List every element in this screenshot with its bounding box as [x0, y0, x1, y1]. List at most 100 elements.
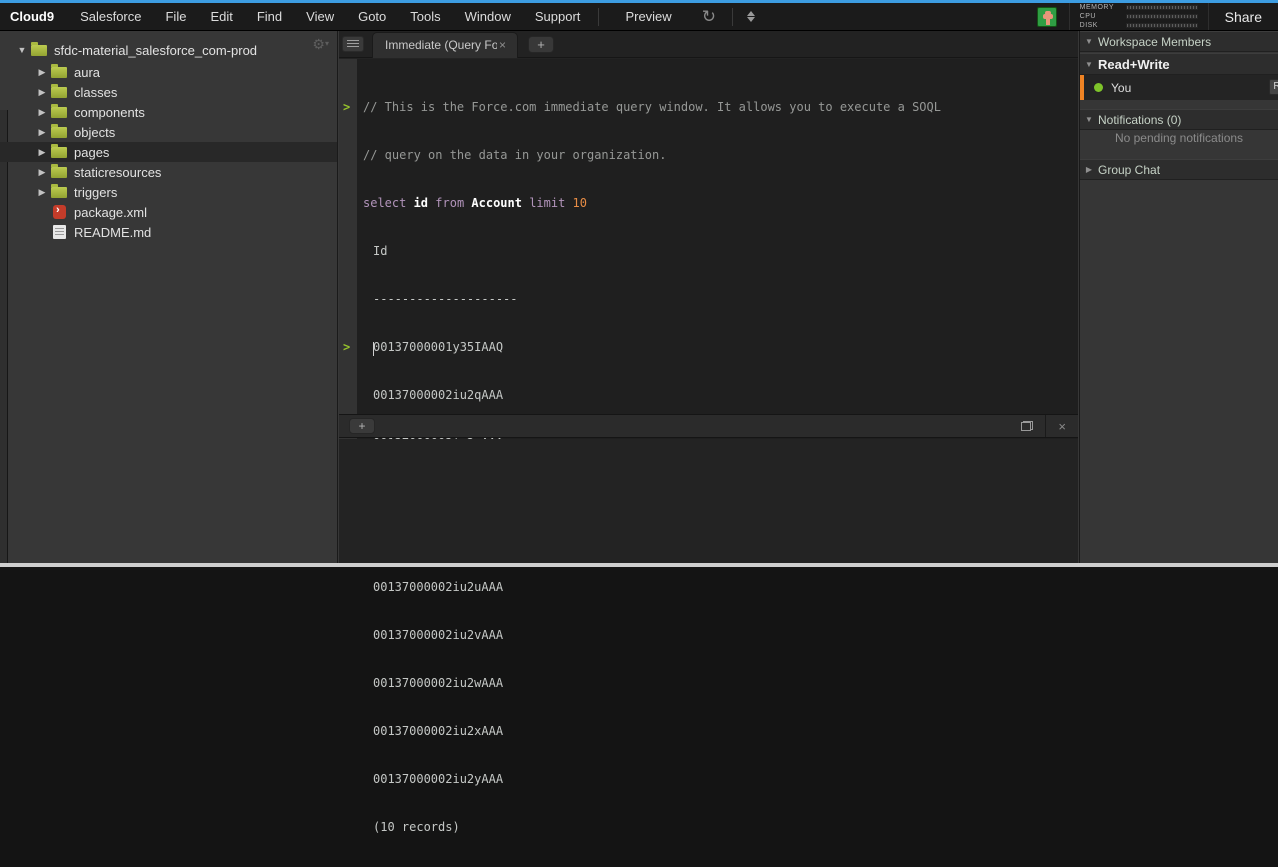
folder-icon: [51, 183, 67, 198]
tree-item-classes[interactable]: ▶ classes: [0, 82, 337, 102]
collapse-stepper-icon[interactable]: [739, 11, 763, 22]
tree-item-triggers[interactable]: ▶ triggers: [0, 182, 337, 202]
menu-view[interactable]: View: [294, 9, 346, 24]
tree-item-package-xml[interactable]: package.xml: [0, 202, 337, 222]
cloud9-logo[interactable]: Cloud9: [0, 9, 68, 24]
menubar: Cloud9 Salesforce File Edit Find View Go…: [0, 3, 1278, 31]
keyword-from: from: [435, 196, 465, 210]
chevron-down-icon: ▼: [1085, 37, 1093, 46]
tab-label: Immediate (Query Fo: [385, 38, 497, 52]
result-divider: --------------------: [373, 292, 518, 306]
chevron-right-icon[interactable]: ▶: [36, 87, 48, 98]
editor-tabbar: Immediate (Query Fo × +: [339, 31, 1078, 58]
result-header: Id: [373, 244, 388, 258]
chevron-right-icon[interactable]: ▶: [36, 107, 48, 118]
restore-panel-icon[interactable]: [1021, 421, 1034, 431]
member-row-you[interactable]: You R: [1080, 75, 1278, 100]
tree-item-readme-md[interactable]: README.md: [0, 222, 337, 242]
tree-item-components[interactable]: ▶ components: [0, 102, 337, 122]
menu-window[interactable]: Window: [453, 9, 523, 24]
tree-label: pages: [74, 144, 110, 160]
chevron-right-icon[interactable]: ▶: [36, 187, 48, 198]
salesforce-status-icon[interactable]: [1036, 6, 1057, 27]
tree-label: triggers: [74, 184, 118, 200]
disk-gauge-bar: [1125, 23, 1198, 28]
record-id: 00137000002iu2xAAA: [373, 724, 504, 738]
preview-button[interactable]: Preview: [605, 9, 691, 24]
share-button[interactable]: Share: [1207, 3, 1278, 30]
tree-label: README.md: [74, 224, 152, 240]
menu-edit[interactable]: Edit: [198, 9, 244, 24]
object-account: Account: [464, 196, 530, 210]
keyword-limit: limit: [529, 196, 566, 210]
console-new-tab-button[interactable]: +: [349, 418, 375, 434]
tab-close-icon[interactable]: ×: [499, 38, 506, 52]
editor-region: Immediate (Query Fo × + > > // This is t…: [339, 31, 1078, 834]
tree-label: staticresources: [74, 164, 162, 180]
chevron-down-icon[interactable]: ▼: [16, 45, 28, 55]
workspace-members-header[interactable]: ▼ Workspace Members: [1080, 31, 1278, 52]
tree-label: components: [74, 104, 145, 120]
field-id: id: [406, 196, 436, 210]
immediate-query-editor[interactable]: > > // This is the Force.com immediate q…: [339, 59, 1078, 834]
read-write-group-header[interactable]: ▼ Read+Write: [1080, 53, 1278, 75]
menu-tools[interactable]: Tools: [398, 9, 452, 24]
section-title: Read+Write: [1098, 56, 1170, 72]
chevron-down-icon: ▼: [1085, 115, 1093, 124]
chevron-right-icon[interactable]: ▶: [36, 167, 48, 178]
chevron-right-icon[interactable]: ▶: [36, 147, 48, 158]
record-id: 00137000002iu2wAAA: [373, 676, 504, 690]
tree-item-root[interactable]: ▼ sfdc-material_salesforce_com-prod: [0, 40, 337, 60]
new-tab-button[interactable]: +: [528, 35, 554, 53]
record-id: 00137000002iu2vAAA: [373, 628, 504, 642]
permission-badge: R: [1269, 79, 1278, 95]
folder-icon: [51, 103, 67, 118]
folder-icon: [51, 163, 67, 178]
tab-list-icon[interactable]: [342, 36, 364, 52]
chevron-right-icon[interactable]: ▶: [36, 127, 48, 138]
record-id: 00137000001y35IAAQ: [373, 340, 504, 354]
tree-label: objects: [74, 124, 116, 140]
record-count: (10 records): [373, 820, 460, 834]
cpu-label: CPU: [1079, 13, 1096, 20]
file-tree-panel: ⚙▾ ▼ sfdc-material_salesforce_com-prod ▶…: [0, 31, 338, 563]
console-close-icon[interactable]: ×: [1046, 419, 1078, 434]
menubar-divider: [731, 7, 733, 26]
chevron-right-icon[interactable]: ▶: [36, 67, 48, 78]
tree-label: classes: [74, 84, 118, 100]
no-notifications-text: No pending notifications: [1114, 131, 1244, 145]
cpu-gauge-bar: [1125, 14, 1198, 19]
prompt-chevron: >: [343, 100, 351, 114]
menu-file[interactable]: File: [153, 9, 198, 24]
folder-icon: [51, 83, 67, 98]
cloud9-ide-window: Cloud9 Salesforce File Edit Find View Go…: [0, 0, 1278, 834]
markdown-file-icon: [53, 225, 66, 239]
group-chat-header[interactable]: ▶ Group Chat: [1080, 159, 1278, 180]
tree-label: package.xml: [74, 204, 147, 220]
folder-icon: [51, 123, 67, 138]
console-panel[interactable]: [339, 439, 1078, 563]
section-title: Workspace Members: [1098, 34, 1212, 49]
tree-item-staticresources[interactable]: ▶ staticresources: [0, 162, 337, 182]
page-bottom-edge: [0, 563, 1278, 567]
section-title: Group Chat: [1098, 162, 1161, 177]
tab-immediate-query[interactable]: Immediate (Query Fo ×: [372, 31, 518, 58]
tree-label: aura: [74, 64, 101, 80]
limit-number: 10: [565, 196, 588, 210]
tree-item-objects[interactable]: ▶ objects: [0, 122, 337, 142]
refresh-icon[interactable]: ↻: [692, 8, 726, 25]
chevron-right-icon: ▶: [1085, 165, 1093, 174]
menu-find[interactable]: Find: [245, 9, 294, 24]
disk-label: DISK: [1079, 22, 1098, 29]
menu-goto[interactable]: Goto: [346, 9, 398, 24]
active-member-indicator: [1080, 75, 1084, 100]
record-id: 00137000002iu2yAAA: [373, 772, 504, 786]
menu-support[interactable]: Support: [523, 9, 593, 24]
member-name: You: [1111, 80, 1132, 95]
text-cursor: [373, 342, 374, 356]
tree-item-aura[interactable]: ▶ aura: [0, 62, 337, 82]
record-id: 00137000002iu2uAAA: [373, 580, 504, 594]
tree-item-pages[interactable]: ▶ pages: [0, 142, 337, 162]
menu-salesforce[interactable]: Salesforce: [68, 9, 153, 24]
notifications-header[interactable]: ▼ Notifications (0): [1080, 109, 1278, 130]
